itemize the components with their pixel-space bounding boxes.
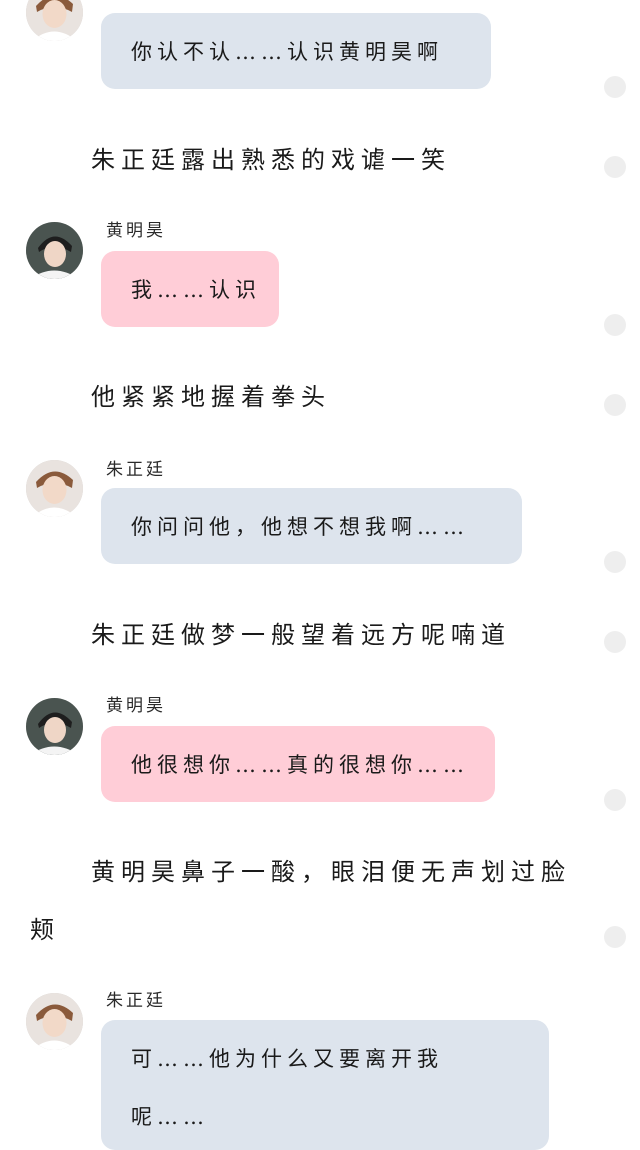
speaker-name: 黄明昊 bbox=[106, 696, 166, 716]
portrait-icon bbox=[26, 460, 83, 517]
speaker-name: 朱正廷 bbox=[106, 991, 166, 1011]
chat-bubble[interactable]: 我……认识 bbox=[101, 251, 279, 327]
avatar-zhu-zhengting[interactable] bbox=[26, 0, 83, 41]
narration-text: 朱正廷做梦一般望着远方呢喃道 bbox=[91, 621, 511, 649]
avatar-huang-minghao[interactable] bbox=[26, 222, 83, 279]
message-text: 可……他为什么又要离开我 bbox=[131, 1047, 443, 1071]
side-dot bbox=[604, 156, 626, 178]
message-text: 你认不认……认识黄明昊啊 bbox=[131, 40, 443, 64]
portrait-icon bbox=[26, 0, 83, 41]
side-dot bbox=[604, 926, 626, 948]
message-text: 我……认识 bbox=[131, 278, 261, 302]
side-dot bbox=[604, 394, 626, 416]
avatar-zhu-zhengting[interactable] bbox=[26, 993, 83, 1050]
portrait-icon bbox=[26, 993, 83, 1050]
chat-bubble[interactable]: 他很想你……真的很想你…… bbox=[101, 726, 495, 802]
chat-bubble[interactable]: 可……他为什么又要离开我 呢…… bbox=[101, 1020, 549, 1150]
chat-bubble[interactable]: 你认不认……认识黄明昊啊 bbox=[101, 13, 491, 89]
portrait-icon bbox=[26, 222, 83, 279]
side-dot bbox=[604, 789, 626, 811]
portrait-icon bbox=[26, 698, 83, 755]
side-dot bbox=[604, 631, 626, 653]
side-dot bbox=[604, 76, 626, 98]
narration-text: 他紧紧地握着拳头 bbox=[91, 383, 331, 411]
message-text: 呢…… bbox=[131, 1105, 209, 1129]
avatar-huang-minghao[interactable] bbox=[26, 698, 83, 755]
speaker-name: 朱正廷 bbox=[106, 460, 166, 480]
side-dot bbox=[604, 551, 626, 573]
avatar-zhu-zhengting[interactable] bbox=[26, 460, 83, 517]
narration-text: 颊 bbox=[30, 916, 60, 944]
message-text: 他很想你……真的很想你…… bbox=[131, 753, 469, 777]
side-dot bbox=[604, 314, 626, 336]
message-text: 你问问他，他想不想我啊…… bbox=[131, 515, 469, 539]
speaker-name: 黄明昊 bbox=[106, 221, 166, 241]
narration-text: 黄明昊鼻子一酸，眼泪便无声划过脸 bbox=[91, 858, 571, 886]
chat-bubble[interactable]: 你问问他，他想不想我啊…… bbox=[101, 488, 522, 564]
narration-text: 朱正廷露出熟悉的戏谑一笑 bbox=[91, 146, 451, 174]
